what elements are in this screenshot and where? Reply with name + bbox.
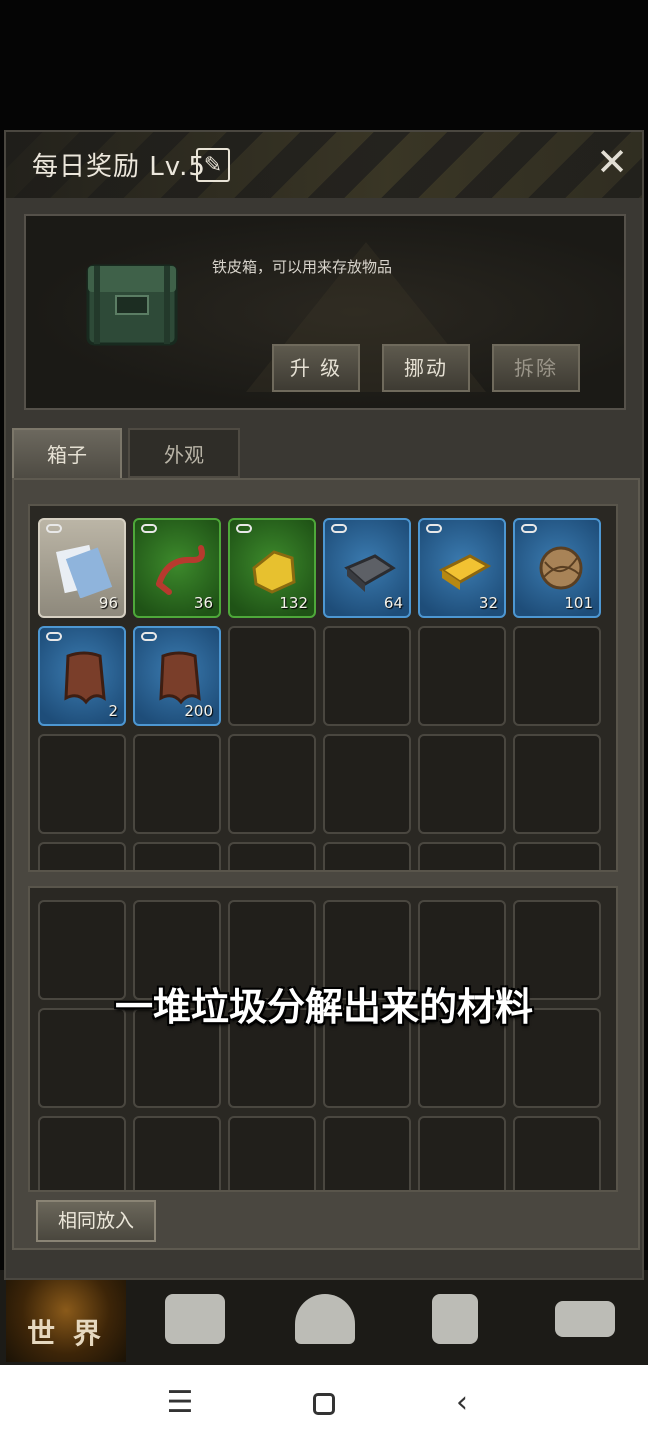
demolish-button[interactable]: 拆除 bbox=[492, 344, 580, 392]
upgrade-button[interactable]: 升 级 bbox=[272, 344, 360, 392]
empty-slot[interactable] bbox=[228, 626, 316, 726]
link-icon bbox=[141, 524, 157, 533]
iron-chest-icon bbox=[86, 264, 178, 346]
empty-slot[interactable] bbox=[38, 1116, 126, 1190]
link-icon bbox=[236, 524, 252, 533]
nav-backpack[interactable] bbox=[140, 1276, 250, 1362]
game-bottom-nav: 世 界 bbox=[0, 1270, 648, 1365]
move-button[interactable]: 挪动 bbox=[382, 344, 470, 392]
item-count: 200 bbox=[184, 702, 213, 720]
item-count: 36 bbox=[193, 594, 213, 612]
empty-slot[interactable] bbox=[323, 734, 411, 834]
paper-icon bbox=[56, 544, 113, 598]
dialog-title: 每日奖励 Lv.5 bbox=[32, 152, 206, 182]
empty-slot[interactable] bbox=[228, 734, 316, 834]
back-icon[interactable]: ‹ bbox=[442, 1385, 482, 1421]
link-icon bbox=[521, 524, 537, 533]
link-icon bbox=[426, 524, 442, 533]
iron-ingot-icon bbox=[344, 554, 396, 592]
empty-slot[interactable] bbox=[228, 1116, 316, 1190]
item-description: 铁皮箱，可以用来存放物品 bbox=[212, 258, 393, 276]
item-count: 32 bbox=[478, 594, 498, 612]
item-slot-paper[interactable]: 96 bbox=[38, 518, 126, 618]
leather-icon bbox=[159, 651, 201, 705]
video-subtitle: 一堆垃圾分解出来的材料 bbox=[114, 985, 533, 1029]
link-icon bbox=[46, 632, 62, 641]
empty-slot[interactable] bbox=[38, 734, 126, 834]
empty-slot[interactable] bbox=[323, 1116, 411, 1190]
item-slot-hook[interactable]: 36 bbox=[133, 518, 221, 618]
empty-slot[interactable] bbox=[228, 842, 316, 870]
rope-ball-icon bbox=[539, 546, 583, 590]
menu-icon[interactable]: ☰ bbox=[160, 1385, 200, 1421]
empty-slot[interactable] bbox=[513, 1116, 601, 1190]
empty-slot[interactable] bbox=[323, 842, 411, 870]
empty-slot[interactable] bbox=[418, 626, 506, 726]
nav-build[interactable] bbox=[400, 1276, 510, 1362]
item-count: 64 bbox=[383, 594, 403, 612]
empty-slot[interactable] bbox=[513, 626, 601, 726]
put-same-button[interactable]: 相同放入 bbox=[36, 1200, 156, 1242]
empty-slot[interactable] bbox=[513, 734, 601, 834]
player-inventory-grid bbox=[28, 886, 618, 1192]
item-count: 2 bbox=[108, 702, 118, 720]
head-icon bbox=[295, 1294, 355, 1344]
screen: 世 界 每日奖励 Lv.5 ✎ ✕ 铁皮箱，可以用来存放物品 升 级 挪动 拆除… bbox=[0, 0, 648, 1440]
empty-slot[interactable] bbox=[38, 842, 126, 870]
phone-icon bbox=[432, 1294, 478, 1344]
box-inventory-grid: 96 36 132 64 32 101 2 200 bbox=[28, 504, 618, 872]
backpack-icon bbox=[165, 1294, 225, 1344]
item-count: 132 bbox=[279, 594, 308, 612]
empty-slot[interactable] bbox=[133, 1116, 221, 1190]
pencil-icon[interactable]: ✎ bbox=[196, 148, 230, 182]
link-icon bbox=[46, 524, 62, 533]
item-slot-gold-ore[interactable]: 132 bbox=[228, 518, 316, 618]
leather-icon bbox=[64, 651, 106, 705]
nav-world[interactable]: 世 界 bbox=[6, 1276, 126, 1362]
info-panel: 铁皮箱，可以用来存放物品 升 级 挪动 拆除 bbox=[24, 214, 626, 410]
item-count: 96 bbox=[98, 594, 118, 612]
nav-character[interactable] bbox=[270, 1276, 380, 1362]
item-slot-rope-ball[interactable]: 101 bbox=[513, 518, 601, 618]
empty-slot[interactable] bbox=[513, 842, 601, 870]
item-slot-leather[interactable]: 200 bbox=[133, 626, 221, 726]
link-icon bbox=[331, 524, 347, 533]
home-icon[interactable] bbox=[304, 1385, 344, 1421]
empty-slot[interactable] bbox=[133, 842, 221, 870]
item-count: 101 bbox=[564, 594, 593, 612]
item-slot-gold-ingot[interactable]: 32 bbox=[418, 518, 506, 618]
empty-slot[interactable] bbox=[418, 842, 506, 870]
empty-slot[interactable] bbox=[418, 1116, 506, 1190]
empty-slot[interactable] bbox=[323, 626, 411, 726]
item-slot-leather[interactable]: 2 bbox=[38, 626, 126, 726]
system-nav-bar: ☰ ‹ bbox=[0, 1365, 648, 1440]
hook-icon bbox=[156, 545, 205, 595]
empty-slot[interactable] bbox=[418, 734, 506, 834]
gold-ingot-icon bbox=[439, 554, 492, 590]
nav-world-label: 世 界 bbox=[27, 1317, 105, 1350]
link-icon bbox=[141, 632, 157, 641]
tab-appearance[interactable]: 外观 bbox=[128, 428, 240, 478]
close-icon[interactable]: ✕ bbox=[594, 143, 630, 181]
tab-box[interactable]: 箱子 bbox=[12, 428, 122, 478]
gold-ore-icon bbox=[252, 550, 296, 594]
storage-dialog: 每日奖励 Lv.5 ✎ ✕ 铁皮箱，可以用来存放物品 升 级 挪动 拆除 箱子 … bbox=[4, 130, 644, 1280]
item-slot-iron-ingot[interactable]: 64 bbox=[323, 518, 411, 618]
empty-slot[interactable] bbox=[133, 734, 221, 834]
nav-shop[interactable] bbox=[530, 1276, 640, 1362]
cart-icon bbox=[555, 1301, 615, 1337]
